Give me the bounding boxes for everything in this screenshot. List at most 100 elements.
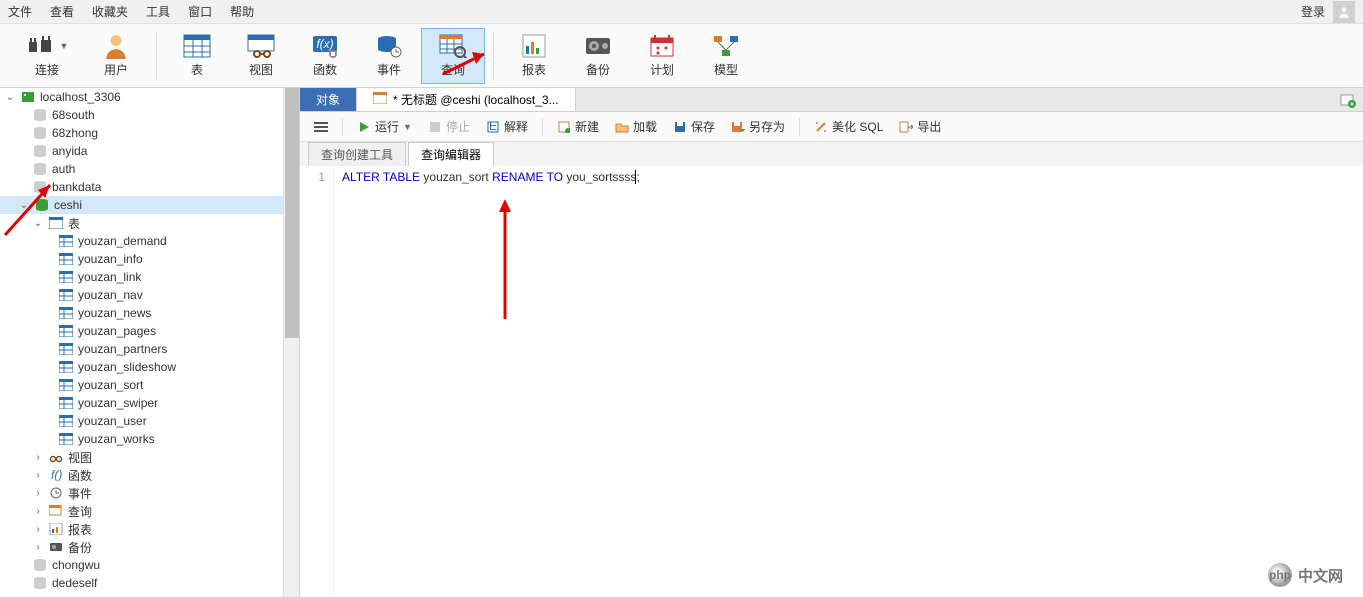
table-icon: [58, 324, 74, 338]
menu-tools[interactable]: 工具: [146, 3, 170, 20]
tree-connection[interactable]: ⌄ localhost_3306: [0, 88, 299, 106]
node-label: 备份: [68, 539, 92, 556]
connect-button[interactable]: ▼ 连接: [10, 28, 84, 84]
separator: [542, 118, 543, 136]
avatar[interactable]: [1333, 1, 1355, 23]
tree-table[interactable]: youzan_news: [0, 304, 299, 322]
new-button[interactable]: 新建: [551, 116, 605, 137]
svg-text:f(): f(): [51, 469, 62, 481]
tree-node[interactable]: ›查询: [0, 502, 299, 520]
tree-node[interactable]: › f() 函数: [0, 466, 299, 484]
table-icon: [58, 306, 74, 320]
menubar-left: 文件 查看 收藏夹 工具 窗口 帮助: [8, 3, 254, 20]
schedule-button[interactable]: 计划: [630, 28, 694, 84]
tab-object[interactable]: 对象: [300, 88, 357, 111]
database-icon: [34, 198, 50, 212]
tree-db[interactable]: chongwu: [0, 556, 299, 574]
view-icon: [245, 33, 277, 59]
export-button[interactable]: 导出: [893, 116, 947, 137]
tree-table[interactable]: youzan_demand: [0, 232, 299, 250]
expand-icon[interactable]: ›: [32, 542, 44, 553]
collapse-icon[interactable]: ⌄: [4, 92, 16, 103]
tree-node[interactable]: ›事件: [0, 484, 299, 502]
tree-table[interactable]: youzan_works: [0, 430, 299, 448]
add-tab-button[interactable]: [1333, 88, 1363, 111]
tree-node[interactable]: ›视图: [0, 448, 299, 466]
node-label: 函数: [68, 467, 92, 484]
tree-table[interactable]: youzan_link: [0, 268, 299, 286]
menu-fav[interactable]: 收藏夹: [92, 3, 128, 20]
scrollbar[interactable]: [283, 88, 299, 597]
table-icon: [58, 252, 74, 266]
run-button[interactable]: 运行 ▼: [351, 116, 418, 137]
model-button[interactable]: 模型: [694, 28, 758, 84]
scroll-thumb[interactable]: [285, 88, 299, 338]
table-label: youzan_demand: [78, 234, 167, 248]
user-button[interactable]: 用户: [84, 28, 148, 84]
tree-table[interactable]: youzan_pages: [0, 322, 299, 340]
event-button[interactable]: 事件: [357, 28, 421, 84]
collapse-icon[interactable]: ⌄: [32, 218, 44, 229]
report-icon: [518, 33, 550, 59]
menu-view[interactable]: 查看: [50, 3, 74, 20]
table-icon: [58, 414, 74, 428]
function-label: 函数: [313, 61, 337, 78]
login-link[interactable]: 登录: [1301, 3, 1325, 20]
code-area[interactable]: ALTER TABLE youzan_sort RENAME TO you_so…: [334, 166, 1363, 597]
tree-table[interactable]: youzan_user: [0, 412, 299, 430]
tree-db[interactable]: 68south: [0, 106, 299, 124]
tree-db[interactable]: bankdata: [0, 178, 299, 196]
saveas-button[interactable]: 另存为: [725, 116, 791, 137]
tree-table[interactable]: youzan_slideshow: [0, 358, 299, 376]
backup-button[interactable]: 备份: [566, 28, 630, 84]
tree-db-selected[interactable]: ⌄ ceshi: [0, 196, 299, 214]
svg-text:E: E: [489, 121, 497, 133]
connect-label: 连接: [35, 61, 59, 78]
tree-table[interactable]: youzan_info: [0, 250, 299, 268]
view-button[interactable]: 视图: [229, 28, 293, 84]
expand-icon[interactable]: ›: [32, 506, 44, 517]
sql-editor[interactable]: 1 ALTER TABLE youzan_sort RENAME TO you_…: [300, 166, 1363, 597]
function-button[interactable]: f(x) 函数: [293, 28, 357, 84]
tree-db[interactable]: auth: [0, 160, 299, 178]
tab-spacer: [576, 88, 1333, 111]
tree-tables-folder[interactable]: ⌄ 表: [0, 214, 299, 232]
menu-help[interactable]: 帮助: [230, 3, 254, 20]
expand-icon[interactable]: ›: [32, 452, 44, 463]
beautify-label: 美化 SQL: [832, 118, 883, 135]
tab-query-doc[interactable]: * 无标题 @ceshi (localhost_3...: [357, 88, 576, 111]
tree-db[interactable]: dedeself: [0, 574, 299, 592]
load-button[interactable]: 加载: [609, 116, 663, 137]
table-button[interactable]: 表: [165, 28, 229, 84]
expand-icon[interactable]: ›: [32, 488, 44, 499]
table-label: 表: [191, 61, 203, 78]
menu-window[interactable]: 窗口: [188, 3, 212, 20]
schedule-label: 计划: [650, 61, 674, 78]
explain-button[interactable]: E 解释: [480, 116, 534, 137]
tree-node[interactable]: ›报表: [0, 520, 299, 538]
separator: [342, 118, 343, 136]
subtab-editor[interactable]: 查询编辑器: [408, 142, 494, 166]
table-label: youzan_works: [78, 432, 155, 446]
tree-node[interactable]: › 备份: [0, 538, 299, 556]
query-button[interactable]: 查询: [421, 28, 485, 84]
tree-table[interactable]: youzan_partners: [0, 340, 299, 358]
menu-file[interactable]: 文件: [8, 3, 32, 20]
separator: [799, 118, 800, 136]
tree-table[interactable]: youzan_swiper: [0, 394, 299, 412]
tree-table[interactable]: youzan_sort: [0, 376, 299, 394]
expand-icon[interactable]: ›: [32, 524, 44, 535]
menubar-right: 登录: [1301, 1, 1355, 23]
run-label: 运行: [375, 118, 399, 135]
tree-db[interactable]: 68zhong: [0, 124, 299, 142]
save-button[interactable]: 保存: [667, 116, 721, 137]
plug-icon: [26, 33, 58, 59]
tree-db[interactable]: anyida: [0, 142, 299, 160]
tree-table[interactable]: youzan_nav: [0, 286, 299, 304]
menu-hamburger[interactable]: [308, 120, 334, 134]
report-button[interactable]: 报表: [502, 28, 566, 84]
beautify-button[interactable]: 美化 SQL: [808, 116, 889, 137]
subtab-builder[interactable]: 查询创建工具: [308, 142, 406, 166]
expand-icon[interactable]: ›: [32, 470, 44, 481]
collapse-icon[interactable]: ⌄: [18, 200, 30, 211]
